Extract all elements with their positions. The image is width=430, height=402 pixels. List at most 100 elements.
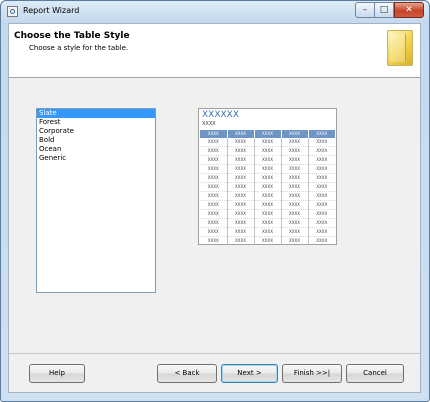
style-option-corporate[interactable]: Corporate [37, 127, 155, 136]
preview-cell: XXXX [281, 155, 309, 165]
preview-cell: XXXX [254, 191, 282, 201]
preview-subtitle: XXXX [202, 121, 216, 127]
preview-cell: XXXX [227, 164, 255, 174]
style-option-forest[interactable]: Forest [37, 118, 155, 127]
report-page-icon [387, 30, 413, 66]
preview-row: XXXX XXXX XXXX XXXX XXXX [200, 138, 335, 147]
preview-cell: XXXX [281, 236, 309, 244]
preview-cell: XXXX [308, 173, 335, 183]
preview-cell: XXXX [254, 155, 282, 165]
title-bar[interactable]: Report Wizard – □ ✕ [1, 1, 429, 23]
preview-cell: XXXX [227, 146, 255, 156]
preview-cell: XXXX [227, 236, 255, 244]
preview-cell: XXXX [254, 236, 282, 244]
preview-cell: XXXX [281, 130, 309, 138]
back-button[interactable]: < Back [157, 364, 217, 383]
preview-cell: XXXX [227, 191, 255, 201]
preview-cell: XXXX [200, 146, 228, 156]
preview-title: XXXXXX [202, 110, 239, 120]
preview-cell: XXXX [281, 173, 309, 183]
finish-button[interactable]: Finish >>| [282, 364, 342, 383]
preview-row: XXXX XXXX XXXX XXXX XXXX [200, 155, 335, 165]
page-subtitle: Choose a style for the table. [29, 44, 129, 52]
preview-cell: XXXX [227, 182, 255, 192]
preview-row: XXXX XXXX XXXX XXXX XXXX [200, 182, 335, 192]
maximize-button[interactable]: □ [375, 2, 394, 18]
window-title: Report Wizard [23, 6, 80, 15]
preview-cell: XXXX [227, 218, 255, 228]
preview-cell: XXXX [281, 191, 309, 201]
preview-row: XXXX XXXX XXXX XXXX XXXX [200, 200, 335, 210]
preview-row: XXXX XXXX XXXX XXXX XXXX [200, 173, 335, 183]
preview-cell: XXXX [254, 209, 282, 219]
preview-cell: XXXX [227, 138, 255, 147]
preview-cell: XXXX [281, 146, 309, 156]
wizard-client-area: Choose the Table Style Choose a style fo… [8, 23, 421, 393]
preview-cell: XXXX [281, 138, 309, 147]
page-title: Choose the Table Style [14, 31, 130, 41]
preview-cell: XXXX [254, 138, 282, 147]
preview-row: XXXX XXXX XXXX XXXX XXXX [200, 218, 335, 228]
preview-cell: XXXX [227, 173, 255, 183]
preview-cell: XXXX [227, 155, 255, 165]
minimize-button[interactable]: – [355, 2, 375, 18]
preview-cell: XXXX [308, 218, 335, 228]
report-wizard-app-icon [7, 6, 18, 17]
preview-row: XXXX XXXX XXXX XXXX XXXX [200, 236, 335, 244]
preview-cell: XXXX [254, 218, 282, 228]
preview-cell: XXXX [308, 146, 335, 156]
preview-cell: XXXX [200, 236, 228, 244]
preview-cell: XXXX [200, 155, 228, 165]
preview-cell: XXXX [254, 173, 282, 183]
preview-cell: XXXX [200, 218, 228, 228]
preview-cell: XXXX [254, 130, 282, 138]
preview-cell: XXXX [227, 130, 255, 138]
preview-cell: XXXX [281, 200, 309, 210]
preview-cell: XXXX [308, 164, 335, 174]
preview-cell: XXXX [308, 200, 335, 210]
preview-cell: XXXX [200, 209, 228, 219]
preview-cell: XXXX [281, 227, 309, 237]
preview-cell: XXXX [308, 227, 335, 237]
preview-row: XXXX XXXX XXXX XXXX XXXX [200, 191, 335, 201]
preview-cell: XXXX [200, 182, 228, 192]
help-button[interactable]: Help [29, 364, 85, 383]
preview-cell: XXXX [254, 182, 282, 192]
preview-cell: XXXX [200, 138, 228, 147]
preview-cell: XXXX [308, 182, 335, 192]
preview-cell: XXXX [308, 191, 335, 201]
preview-cell: XXXX [200, 173, 228, 183]
preview-cell: XXXX [254, 164, 282, 174]
preview-row: XXXX XXXX XXXX XXXX XXXX [200, 227, 335, 237]
preview-cell: XXXX [281, 209, 309, 219]
table-style-list[interactable]: Slate Forest Corporate Bold Ocean Generic [36, 108, 156, 293]
preview-cell: XXXX [227, 200, 255, 210]
close-button[interactable]: ✕ [394, 2, 424, 18]
preview-cell: XXXX [308, 209, 335, 219]
preview-header-row: XXXX XXXX XXXX XXXX XXXX [200, 130, 335, 138]
style-option-ocean[interactable]: Ocean [37, 145, 155, 154]
preview-cell: XXXX [308, 236, 335, 244]
preview-cell: XXXX [200, 191, 228, 201]
preview-table: XXXX XXXX XXXX XXXX XXXX XXXX XXXX XXXX XXXX XXXX… [200, 130, 335, 244]
table-style-preview: XXXXXX XXXX XXXX XXXX XXXX XXXX XXXX XXXX XXXX… [198, 108, 337, 245]
preview-cell: XXXX [200, 130, 228, 138]
style-option-bold[interactable]: Bold [37, 136, 155, 145]
preview-cell: XXXX [281, 182, 309, 192]
preview-cell: XXXX [200, 200, 228, 210]
next-button[interactable]: Next > [221, 364, 278, 383]
wizard-header: Choose the Table Style Choose a style fo… [9, 24, 420, 78]
preview-cell: XXXX [308, 130, 335, 138]
preview-cell: XXXX [200, 164, 228, 174]
preview-row: XXXX XXXX XXXX XXXX XXXX [200, 164, 335, 174]
preview-cell: XXXX [200, 227, 228, 237]
preview-cell: XXXX [254, 146, 282, 156]
cancel-button[interactable]: Cancel [346, 364, 404, 383]
preview-cell: XXXX [227, 227, 255, 237]
preview-cell: XXXX [308, 155, 335, 165]
preview-cell: XXXX [227, 209, 255, 219]
style-option-generic[interactable]: Generic [37, 154, 155, 163]
style-option-slate[interactable]: Slate [37, 109, 155, 118]
report-wizard-window: Report Wizard – □ ✕ Choose the Table Sty… [0, 0, 430, 402]
preview-cell: XXXX [254, 227, 282, 237]
